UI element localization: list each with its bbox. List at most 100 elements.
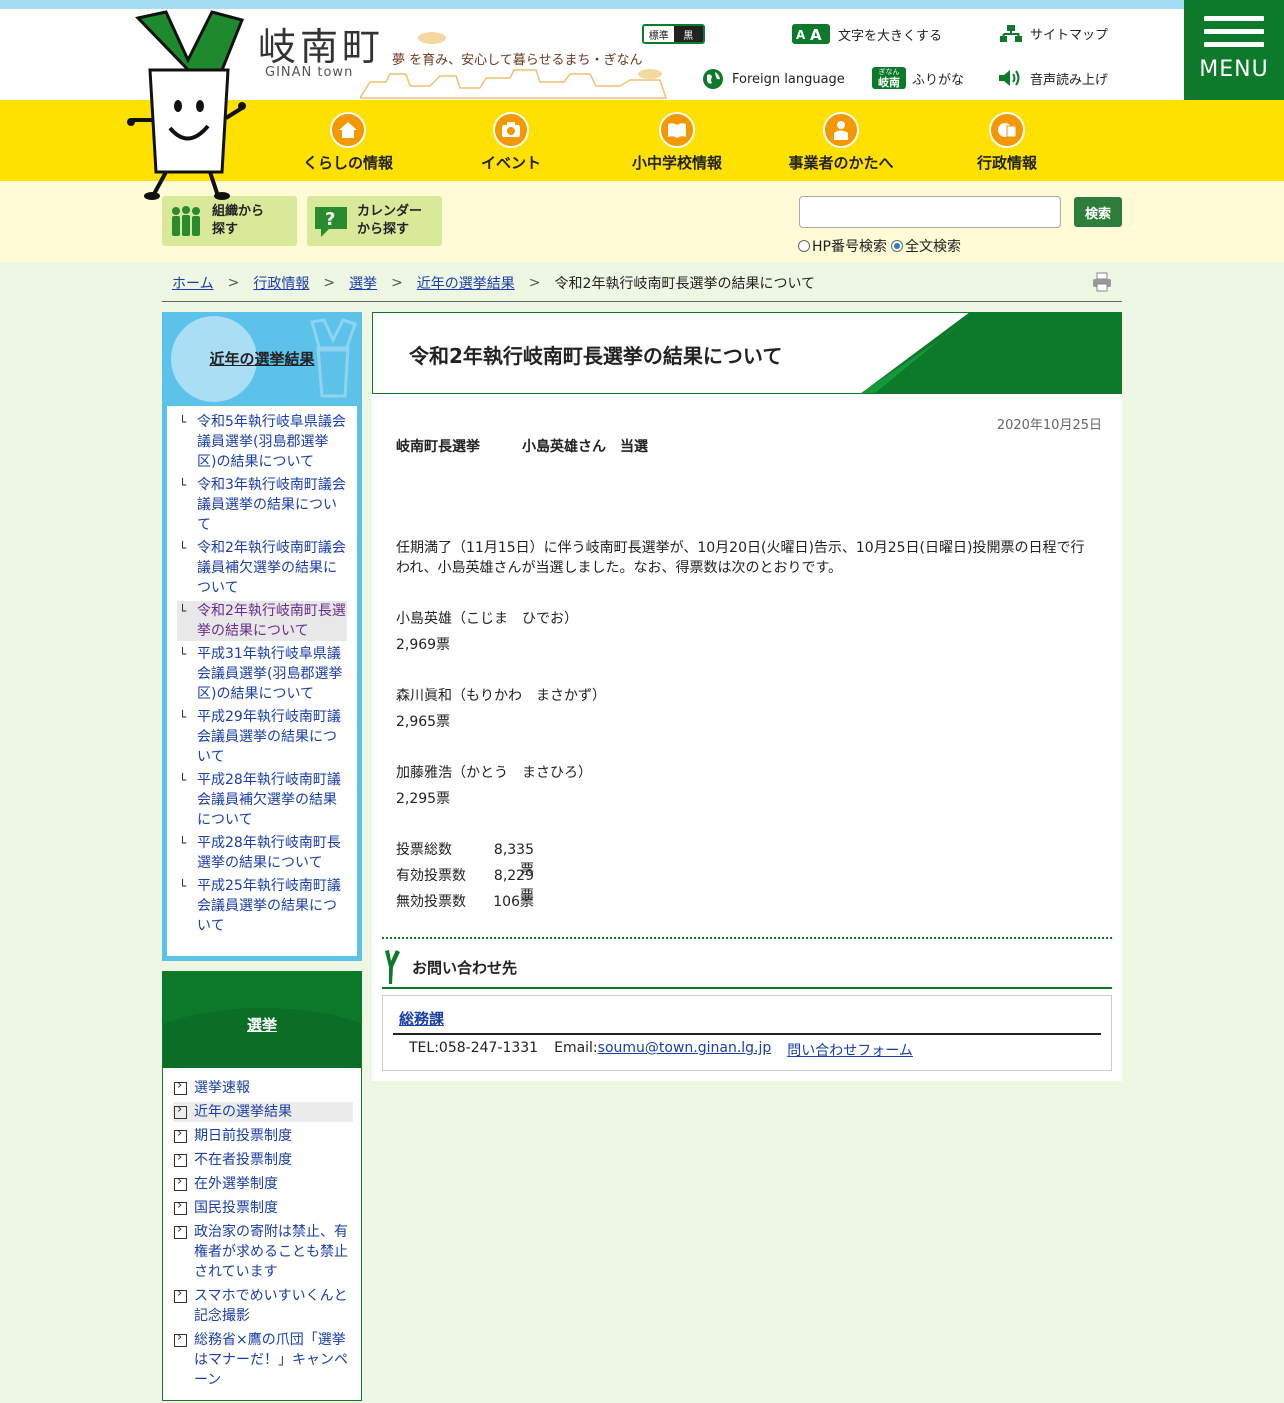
search-by-calendar-button[interactable]: ? カレンダー から探す (307, 196, 442, 246)
chevron-right-icon: > (528, 274, 541, 291)
department-divider (393, 1033, 1101, 1035)
local-nav-item[interactable]: 平成28年執行岐南町議会議員補欠選挙の結果について (177, 770, 347, 830)
contrast-switch: 標準 黒 (642, 24, 705, 44)
total-value: 106票 (493, 894, 534, 910)
search-by-organization-button[interactable]: 組織から 探す (162, 196, 297, 246)
gnav-label: 行政情報 (976, 154, 1037, 172)
administration-icon (989, 112, 1025, 148)
breadcrumb-recent-results[interactable]: 近年の選挙結果 (417, 273, 515, 293)
contact-header: お問い合わせ先 (382, 947, 1112, 989)
contact-email-link[interactable]: soumu@town.ginan.lg.jp (598, 1040, 772, 1060)
local-nav-title[interactable]: 近年の選挙結果 (162, 348, 362, 369)
read-aloud-label: 音声読み上げ (1030, 72, 1109, 88)
tagline: 夢 を育み、安心して暮らせるまち・ぎなん (392, 53, 643, 68)
camera-icon (493, 112, 529, 148)
publish-date: 2020年10月25日 (996, 418, 1102, 433)
section-nav-item[interactable]: スマホでめいすいくんと記念撮影 (173, 1284, 353, 1326)
contact-heading: お問い合わせ先 (412, 958, 518, 977)
local-nav-item-current[interactable]: 令和2年執行岐南町長選挙の結果について (177, 601, 347, 641)
search-by-calendar-label: カレンダー から探す (357, 204, 423, 237)
local-nav-item[interactable]: 令和5年執行岐阜県議会議員選挙(羽島郡選挙区)の結果について (177, 412, 347, 472)
top-accent-line (0, 0, 1284, 9)
lead-election-name: 岐南町長選挙 (396, 439, 480, 455)
section-nav-title[interactable]: 選挙 (163, 1014, 361, 1035)
contact-info: TEL:058-247-1331 Email: soumu@town.ginan… (409, 1040, 913, 1060)
local-nav-item[interactable]: 令和3年執行岐南町議会議員選挙の結果について (177, 475, 347, 535)
text-size-link[interactable]: AA 文字を大きくする (792, 24, 942, 44)
contact-tel: TEL:058-247-1331 (409, 1040, 539, 1056)
gnav-item-administration[interactable]: 行政情報 (937, 112, 1077, 173)
print-icon[interactable] (1092, 272, 1112, 292)
contact-form-link[interactable]: 問い合わせフォーム (787, 1040, 913, 1060)
full-text-search-radio[interactable] (890, 240, 903, 252)
gnav-item-business[interactable]: 事業者のかたへ (771, 112, 911, 173)
furigana-link[interactable]: ぎなん 岐南 ふりがな (872, 67, 964, 89)
menu-button[interactable]: MENU (1184, 0, 1284, 100)
search-input[interactable] (799, 196, 1061, 228)
sitemap-link[interactable]: サイトマップ (1000, 24, 1108, 43)
contrast-black-button[interactable]: 黒 (673, 26, 703, 42)
breadcrumb-elections[interactable]: 選挙 (349, 273, 377, 293)
breadcrumb-administration[interactable]: 行政情報 (253, 273, 309, 293)
mascot-logo-icon[interactable] (126, 10, 251, 202)
lead-result: 岐南町長選挙 小島英雄さん 当選 (396, 436, 648, 456)
main-content: 令和2年執行岐南町長選挙の結果について 2020年10月25日 岐南町長選挙 小… (372, 312, 1122, 1081)
local-nav-item[interactable]: 平成28年執行岐南町長選挙の結果について (177, 833, 347, 873)
section-nav-list: 選挙速報 近年の選挙結果 期日前投票制度 不在者投票制度 在外選挙制度 国民投票… (173, 1076, 353, 1394)
furigana-label: ふりがな (912, 72, 965, 88)
hamburger-icon-bar (1204, 42, 1264, 47)
contrast-standard-button[interactable]: 標準 (644, 26, 674, 42)
foreign-language-label: Foreign language (732, 71, 845, 87)
section-nav-item[interactable]: 不在者投票制度 (173, 1148, 353, 1170)
hp-number-search-label[interactable]: HP番号検索 (812, 236, 887, 256)
foreign-language-link[interactable]: Foreign language (702, 68, 845, 90)
candidate-votes: 2,965票 (396, 714, 451, 730)
question-icon: ? (315, 207, 347, 237)
section-nav-item[interactable]: 選挙速報 (173, 1076, 353, 1098)
local-nav: 近年の選挙結果 令和5年執行岐阜県議会議員選挙(羽島郡選挙区)の結果について 令… (162, 312, 362, 961)
page-title: 令和2年執行岐南町長選挙の結果について (409, 344, 783, 368)
local-nav-item[interactable]: 平成31年執行岐阜県議会議員選挙(羽島郡選挙区)の結果について (177, 644, 347, 704)
sitemap-icon (1000, 24, 1022, 42)
gnav-item-schools[interactable]: 小中学校情報 (607, 112, 747, 173)
section-nav-item[interactable]: 政治家の寄附は禁止、有権者が求めることも禁止されています (173, 1220, 353, 1282)
menu-label: MENU (1199, 57, 1269, 82)
gnav-label: 事業者のかたへ (788, 154, 894, 172)
section-nav-item-current[interactable]: 近年の選挙結果 (173, 1100, 353, 1122)
candidate-name: 森川眞和（もりかわ まさかず） (396, 688, 606, 704)
gnav-label: 小中学校情報 (631, 154, 722, 172)
full-text-search-label[interactable]: 全文検索 (905, 236, 961, 256)
gnav-item-events[interactable]: イベント (441, 112, 581, 173)
contact-email-label: Email: (554, 1040, 598, 1056)
sitemap-label: サイトマップ (1030, 28, 1109, 43)
total-row: 無効投票数 106票 (396, 892, 534, 912)
section-nav-item[interactable]: 国民投票制度 (173, 1196, 353, 1218)
local-nav-item[interactable]: 平成29年執行岐南町議会議員選挙の結果について (177, 707, 347, 767)
section-nav-item[interactable]: 在外選挙制度 (173, 1172, 353, 1194)
section-nav-item[interactable]: 期日前投票制度 (173, 1124, 353, 1146)
page-title-box: 令和2年執行岐南町長選挙の結果について (372, 312, 1122, 394)
book-icon (659, 112, 695, 148)
svg-text:A: A (810, 26, 822, 44)
search-by-organization-label: 組織から 探す (212, 204, 265, 237)
contact-divider (382, 937, 1112, 939)
house-icon (330, 112, 366, 148)
read-aloud-link[interactable]: 音声読み上げ (998, 68, 1108, 88)
section-nav-item[interactable]: 総務省×鷹の爪団「選挙はマナーだ！」キャンペーン (173, 1328, 353, 1390)
candidate-votes: 2,295票 (396, 791, 451, 807)
local-nav-item[interactable]: 平成25年執行岐南町議会議員選挙の結果について (177, 876, 347, 936)
hp-number-search-radio[interactable] (798, 240, 810, 252)
gnav-item-living[interactable]: くらしの情報 (278, 112, 418, 173)
candidate-votes: 2,969票 (396, 637, 451, 653)
globe-icon (703, 69, 723, 89)
breadcrumb: ホーム > 行政情報 > 選挙 > 近年の選挙結果 > 令和2年執行岐南町長選挙の結果に… (162, 264, 1122, 302)
section-nav: 選挙 選挙速報 近年の選挙結果 期日前投票制度 不在者投票制度 在外選挙制度 国… (162, 971, 362, 1401)
search-button[interactable]: 検索 (1074, 197, 1122, 227)
department-link[interactable]: 総務課 (399, 1008, 444, 1029)
chevron-right-icon: > (391, 274, 403, 291)
title-decoration (861, 313, 1121, 393)
local-nav-header: 近年の選挙結果 (162, 312, 362, 404)
local-nav-item[interactable]: 令和2年執行岐南町議会議員補欠選挙の結果について (177, 538, 347, 598)
local-nav-list: 令和5年執行岐阜県議会議員選挙(羽島郡選挙区)の結果について 令和3年執行岐南町… (167, 406, 357, 956)
breadcrumb-home[interactable]: ホーム (172, 273, 214, 293)
